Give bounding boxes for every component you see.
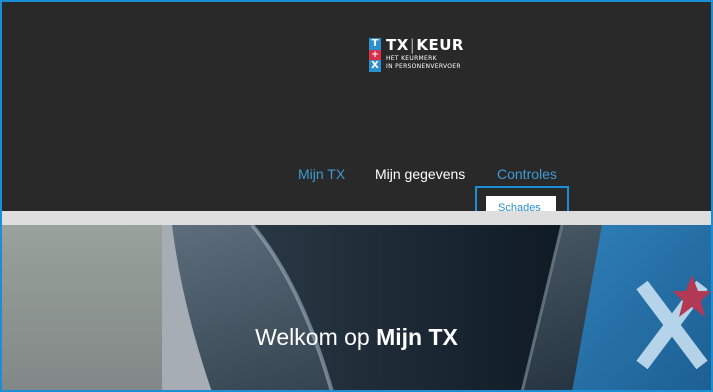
logo-mark-icon: T + X bbox=[369, 38, 381, 72]
logo-subtitle-line1: HET KEURMERK bbox=[386, 55, 437, 62]
logo-text: TX|KEUR HET KEURMERK IN PERSONENVERVOER bbox=[386, 38, 464, 70]
header-divider-strip bbox=[2, 211, 711, 225]
browser-frame: T + X TX|KEUR HET KEURMERK IN PERSONENVE… bbox=[0, 0, 713, 392]
logo-title-separator: | bbox=[409, 36, 416, 54]
logo-title-right: KEUR bbox=[416, 36, 464, 54]
nav-item-mijn-tx[interactable]: Mijn TX bbox=[298, 165, 345, 183]
logo-mark-plus: + bbox=[369, 50, 381, 60]
nav-item-mijn-gegevens[interactable]: Mijn gegevens bbox=[375, 165, 465, 183]
hero-title: Welkom op Mijn TX bbox=[2, 323, 711, 351]
logo-mark-t: T bbox=[369, 38, 381, 50]
hero-title-prefix: Welkom op bbox=[255, 324, 370, 350]
hero-banner: Welkom op Mijn TX bbox=[2, 225, 711, 390]
logo-title-left: TX bbox=[386, 36, 409, 54]
logo-title: TX|KEUR bbox=[386, 38, 464, 53]
logo-mark-x: X bbox=[369, 60, 381, 72]
logo-subtitle-line2: IN PERSONENVERVOER bbox=[386, 62, 461, 70]
nav-item-controles[interactable]: Controles bbox=[497, 165, 557, 183]
txkeur-logo[interactable]: T + X TX|KEUR HET KEURMERK IN PERSONENVE… bbox=[369, 38, 464, 72]
main-nav: Mijn TX Mijn gegevens Controles bbox=[2, 165, 711, 183]
hero-taxi-image bbox=[2, 225, 711, 390]
site-header: T + X TX|KEUR HET KEURMERK IN PERSONENVE… bbox=[2, 2, 711, 224]
hero-title-bold: Mijn TX bbox=[376, 324, 458, 350]
